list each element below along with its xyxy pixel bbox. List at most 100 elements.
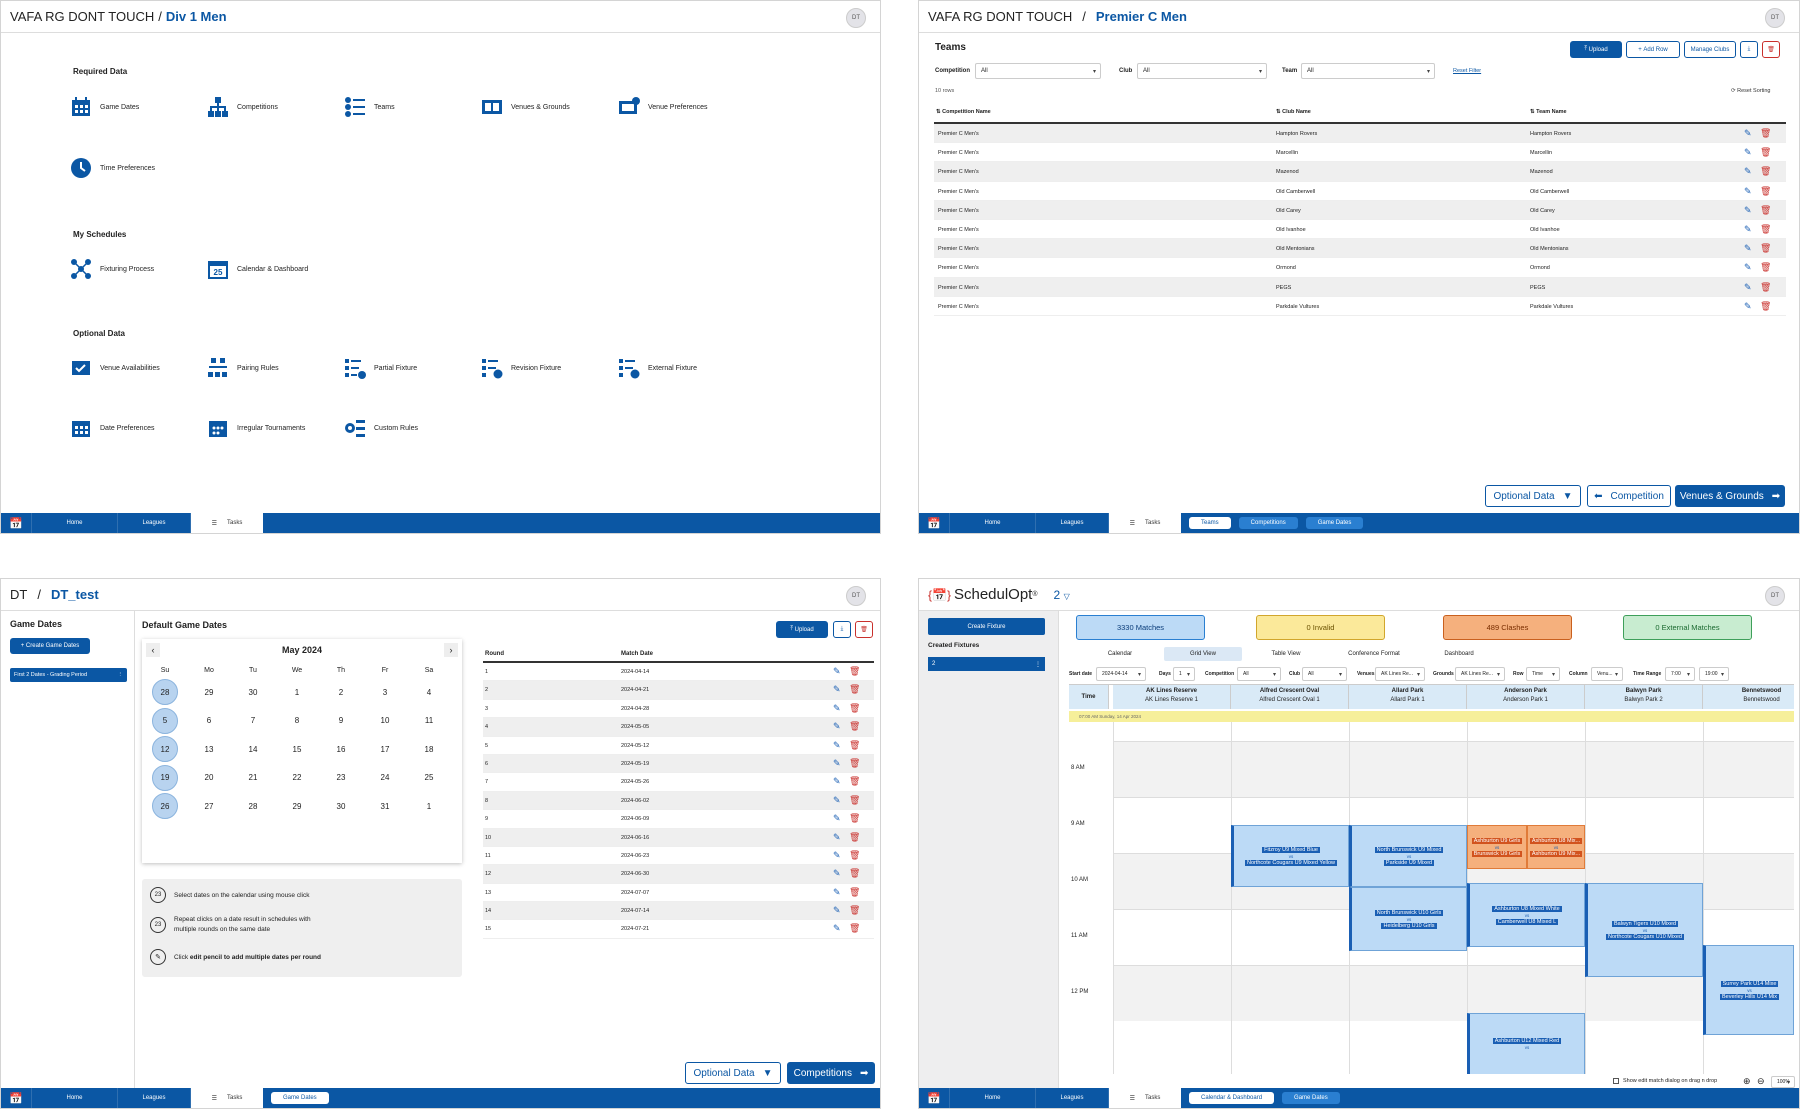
match-card[interactable]: Ashburton U8 Mixed White vs Camberwell U8 … [1467,883,1585,947]
delete-trash-icon[interactable]: 🗑 [1760,205,1771,216]
col-round[interactable]: Round [485,651,504,657]
breadcrumb-league[interactable]: VAFA RG DONT TOUCH [928,9,1072,24]
edit-pencil-icon[interactable]: ✎ [1744,205,1752,216]
table-row[interactable]: 6 2024-05-19 ✎ 🗑 [483,754,874,774]
tile-calendar-dashboard[interactable]: 25 Calendar & Dashboard [207,258,308,280]
tile-external-fixture[interactable]: External Fixture [618,357,697,379]
delete-all-button[interactable]: 🗑 [1762,41,1780,58]
calendar-day[interactable]: 6 [196,708,222,734]
edit-pencil-icon[interactable]: ✎ [833,923,841,934]
delete-trash-icon[interactable]: 🗑 [849,923,860,934]
calendar-day[interactable]: 7 [240,708,266,734]
fixture-list-item[interactable]: 2 ⋮ [928,657,1045,671]
upload-button[interactable]: ⤒ Upload [776,621,828,638]
edit-pencil-icon[interactable]: ✎ [1744,262,1752,273]
stat-invalid[interactable]: 0 Invalid [1256,615,1385,640]
edit-pencil-icon[interactable]: ✎ [1744,147,1752,158]
edit-pencil-icon[interactable]: ✎ [833,813,841,824]
edit-pencil-icon[interactable]: ✎ [833,666,841,677]
tile-teams[interactable]: Teams [344,96,395,118]
delete-trash-icon[interactable]: 🗑 [1760,282,1771,293]
calendar-day[interactable]: 30 [328,793,354,819]
nav-leagues[interactable]: Leagues [117,1088,190,1108]
app-logo-icon[interactable]: 📅 [919,513,949,533]
table-row[interactable]: Premier C Men's PEGS PEGS ✎ 🗑 [934,277,1786,297]
zoom-in-icon[interactable]: ⊕ [1743,1076,1751,1087]
nav-tasks[interactable]: ☰ Tasks [1108,1088,1181,1108]
edit-pencil-icon[interactable]: ✎ [833,887,841,898]
col-competition-name[interactable]: ⇅ Competition Name [936,109,991,115]
delete-trash-icon[interactable]: 🗑 [1760,166,1771,177]
breadcrumb-league[interactable]: DT [10,587,27,602]
app-logo-icon[interactable]: 📅 [1,513,31,533]
match-card[interactable]: Surrey Park U14 Mixe vs Beverley Hills U14… [1703,945,1794,1035]
club-filter-select[interactable]: All [1137,63,1267,79]
calendar-day[interactable]: 25 [416,765,442,791]
kebab-icon[interactable]: ⋮ [1035,661,1041,668]
calendar-day[interactable]: 31 [372,793,398,819]
tab-conference-format[interactable]: Conference Format [1329,647,1419,661]
match-card[interactable]: Balwyn Tigers U10 Mixed vs Northcote Couga… [1585,883,1703,977]
delete-trash-icon[interactable]: 🗑 [849,850,860,861]
drag-dialog-toggle[interactable]: Show edit match dialog on drag n drop [1613,1078,1717,1084]
table-row[interactable]: Premier C Men's Mazenod Mazenod ✎ 🗑 [934,162,1786,182]
calendar-day[interactable]: 1 [416,793,442,819]
table-row[interactable]: 7 2024-05-26 ✎ 🗑 [483,773,874,792]
edit-pencil-icon[interactable]: ✎ [833,868,841,879]
breadcrumb-competition[interactable]: Div 1 Men [166,9,227,24]
edit-pencil-icon[interactable]: ✎ [1744,166,1752,177]
table-row[interactable]: 11 2024-06-23 ✎ 🗑 [483,847,874,866]
clash-match-card[interactable]: Ashburton U9 Girls vs Brunswick U9 Girls [1467,825,1527,869]
delete-trash-icon[interactable]: 🗑 [1760,262,1771,273]
zoom-out-icon[interactable]: ⊖ [1757,1076,1765,1087]
team-filter-select[interactable]: All [1301,63,1435,79]
row-select[interactable]: Time [1526,667,1560,681]
chip-game-dates[interactable]: Game Dates [1282,1092,1340,1104]
tile-date-preferences[interactable]: Date Preferences [70,417,154,439]
avatar[interactable]: DT [1765,586,1785,606]
chip-teams[interactable]: Teams [1189,517,1231,529]
table-row[interactable]: Premier C Men's Old Mentonians Old Mentoni… [934,239,1786,259]
table-row[interactable]: Premier C Men's Hampton Rovers Hampton Rov… [934,124,1786,144]
add-row-button[interactable]: + Add Row [1626,41,1680,58]
calendar-day[interactable]: 17 [372,736,398,762]
chip-game-dates[interactable]: Game Dates [271,1092,329,1104]
calendar-day[interactable]: 20 [196,765,222,791]
calendar-day[interactable]: 24 [372,765,398,791]
tile-fixturing-process[interactable]: Fixturing Process [70,258,154,280]
optional-data-button[interactable]: Optional Data ▼ [685,1062,781,1084]
next-venues-button[interactable]: Venues & Grounds ➡ [1675,485,1785,507]
delete-trash-icon[interactable]: 🗑 [849,666,860,677]
start-date-input[interactable]: 2024-04-14 [1096,667,1146,681]
stat-clashes[interactable]: 489 Clashes [1443,615,1572,640]
delete-trash-icon[interactable]: 🗑 [1760,224,1771,235]
competition-select[interactable]: All [1237,667,1281,681]
delete-trash-icon[interactable]: 🗑 [1760,301,1771,312]
delete-trash-icon[interactable]: 🗑 [849,832,860,843]
venues-select[interactable]: AK Lines Re... [1375,667,1425,681]
delete-trash-icon[interactable]: 🗑 [849,684,860,695]
time-to-select[interactable]: 19:00 [1699,667,1729,681]
breadcrumb-competition[interactable]: Premier C Men [1096,9,1187,24]
tab-grid-view[interactable]: Grid View [1164,647,1242,661]
time-from-select[interactable]: 7:00 [1665,667,1695,681]
breadcrumb-competition[interactable]: DT_test [51,587,99,602]
calendar-day[interactable]: 18 [416,736,442,762]
edit-pencil-icon[interactable]: ✎ [1744,224,1752,235]
delete-trash-icon[interactable]: 🗑 [849,905,860,916]
club-select[interactable]: All [1302,667,1347,681]
edit-pencil-icon[interactable]: ✎ [833,832,841,843]
calendar-day[interactable]: 15 [284,736,310,762]
tile-pairing-rules[interactable]: Pairing Rules [207,357,279,379]
create-game-dates-button[interactable]: + Create Game Dates [10,638,90,654]
next-competitions-button[interactable]: Competitions ➡ [787,1062,875,1084]
nav-tasks[interactable]: ☰ Tasks [190,513,263,533]
calendar-day[interactable]: 29 [284,793,310,819]
competition-filter-select[interactable]: All [975,63,1101,79]
optional-data-button[interactable]: Optional Data ▼ [1485,485,1581,507]
column-select[interactable]: Venu... [1591,667,1623,681]
avatar[interactable]: DT [846,8,866,28]
table-row[interactable]: 4 2024-05-05 ✎ 🗑 [483,718,874,737]
edit-pencil-icon[interactable]: ✎ [833,740,841,751]
delete-trash-icon[interactable]: 🗑 [849,740,860,751]
